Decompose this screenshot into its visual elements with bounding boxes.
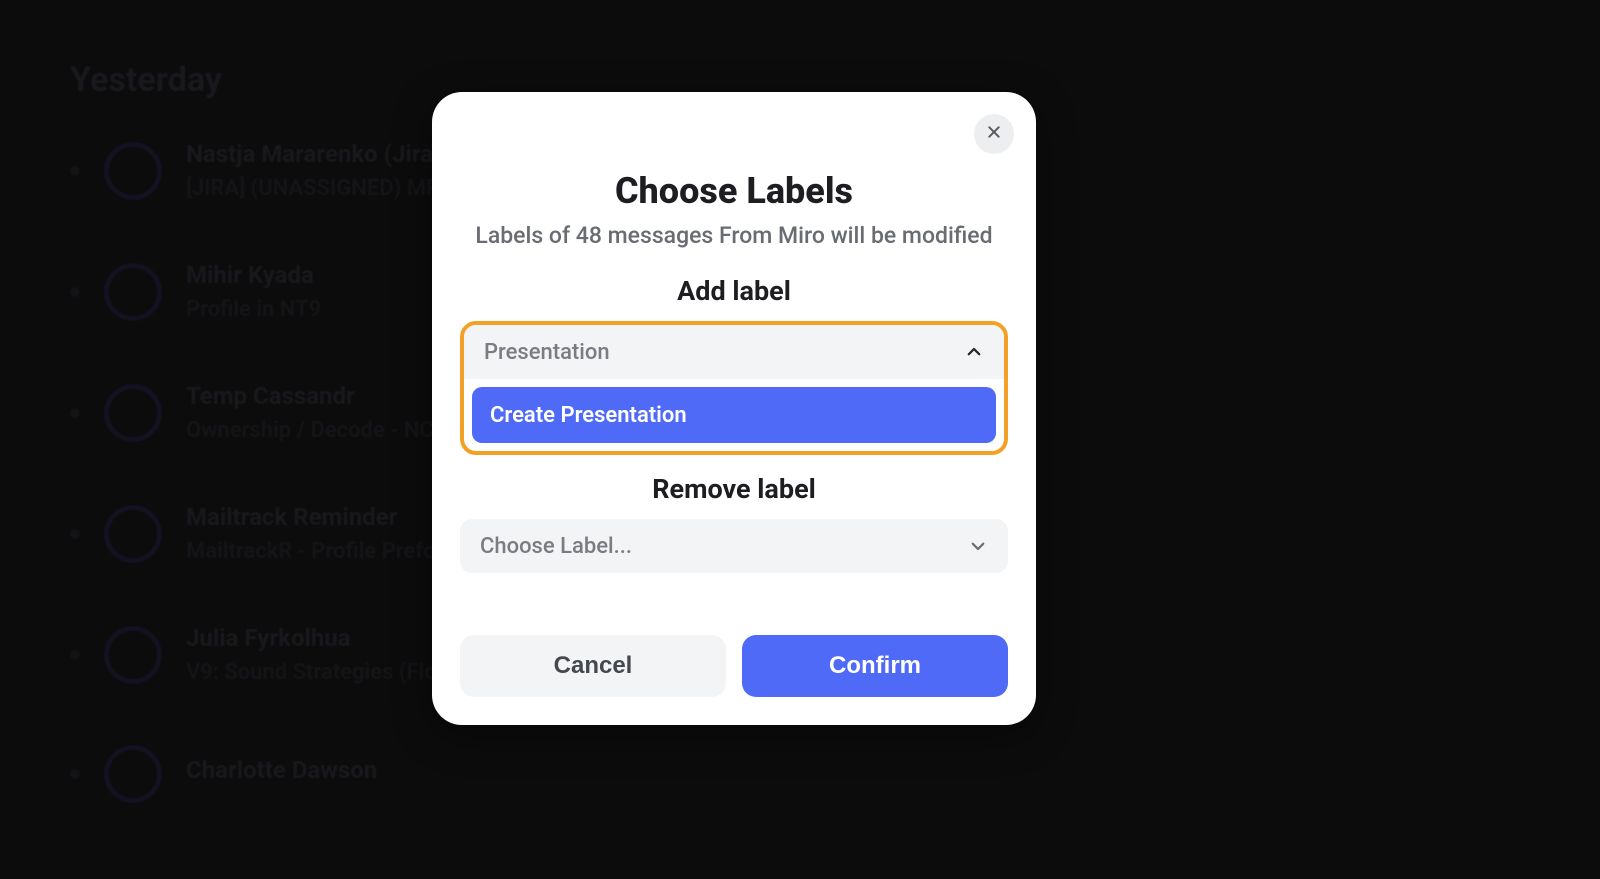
add-label-combo-highlight: Presentation Create Presentation — [460, 321, 1008, 455]
close-button[interactable] — [974, 114, 1014, 154]
add-label-value: Presentation — [484, 340, 964, 365]
chevron-down-icon — [968, 536, 988, 556]
cancel-button-label: Cancel — [554, 652, 633, 680]
remove-label-section: Remove label Choose Label... — [460, 473, 1008, 573]
remove-label-placeholder: Choose Label... — [480, 534, 968, 559]
confirm-button-label: Confirm — [829, 652, 921, 680]
remove-label-heading: Remove label — [460, 473, 1008, 505]
add-label-heading: Add label — [460, 275, 1008, 307]
add-label-select[interactable]: Presentation — [464, 325, 1004, 379]
cancel-button[interactable]: Cancel — [460, 635, 726, 697]
chevron-up-icon — [964, 342, 984, 362]
close-icon — [986, 124, 1002, 144]
create-label-option[interactable]: Create Presentation — [472, 387, 996, 443]
create-label-option-text: Create Presentation — [490, 403, 687, 428]
remove-label-select[interactable]: Choose Label... — [460, 519, 1008, 573]
confirm-button[interactable]: Confirm — [742, 635, 1008, 697]
modal-button-row: Cancel Confirm — [460, 635, 1008, 697]
choose-labels-modal: Choose Labels Labels of 48 messages From… — [432, 92, 1036, 725]
modal-title: Choose Labels — [460, 170, 1008, 212]
modal-subtitle: Labels of 48 messages From Miro will be … — [460, 222, 1008, 249]
